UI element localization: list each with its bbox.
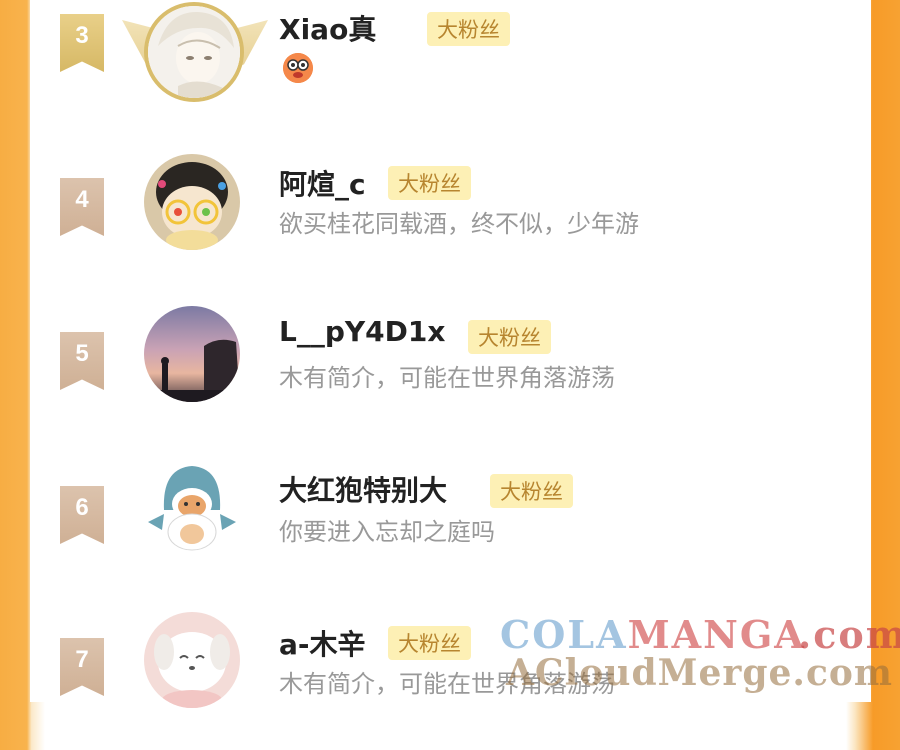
badge-label: 大粉丝 [478, 326, 541, 350]
watermark-cola: COLA [500, 612, 628, 657]
fan-name[interactable]: a-木辛 [279, 623, 366, 663]
rank-ribbon: 5 [60, 332, 104, 390]
big-fan-badge: 大粉丝 [388, 166, 471, 200]
badge-label: 大粉丝 [500, 480, 563, 504]
rank-number: 3 [75, 22, 89, 49]
fan-name[interactable]: Xiao真 [279, 8, 376, 48]
rank-ribbon: 7 [60, 638, 104, 696]
fan-bio: 木有简介，可能在世界角落游荡 [279, 364, 615, 392]
rank-ribbon: 6 [60, 486, 104, 544]
fan-ranking-list: 3 Xiao真 大粉丝 4 阿煊_c 大粉丝 欲买桂花同载酒，终不似，少年游 5… [30, 0, 871, 708]
avatar[interactable] [144, 154, 240, 250]
fan-row[interactable]: 5 L__pY4D1x 大粉丝 木有简介，可能在世界角落游荡 [30, 304, 871, 444]
fan-bio: 欲买桂花同载酒，终不似，少年游 [279, 210, 639, 238]
rank-number: 7 [75, 646, 89, 673]
badge-label: 大粉丝 [398, 632, 461, 656]
big-fan-badge: 大粉丝 [468, 320, 551, 354]
avatar[interactable] [144, 612, 240, 708]
fan-row[interactable]: 6 大红狍特别大 大粉丝 你要进入忘却之庭吗 [30, 458, 871, 598]
watermark-line-2: ACloudMerge.com [506, 652, 893, 694]
badge-label: 大粉丝 [398, 172, 461, 196]
fan-name[interactable]: 大红狍特别大 [279, 469, 447, 509]
fan-name[interactable]: 阿煊_c [279, 163, 366, 203]
big-fan-badge: 大粉丝 [388, 626, 471, 660]
badge-label: 大粉丝 [437, 18, 500, 42]
big-fan-badge: 大粉丝 [427, 12, 510, 46]
watermark-line-1: COLAMANGA .com [500, 612, 900, 657]
rank-ribbon: 4 [60, 178, 104, 236]
avatar[interactable] [144, 306, 240, 402]
fan-row[interactable]: 4 阿煊_c 大粉丝 欲买桂花同载酒，终不似，少年游 [30, 150, 871, 290]
big-fan-badge: 大粉丝 [490, 474, 573, 508]
rank-number: 5 [75, 340, 89, 367]
fan-bio: 你要进入忘却之庭吗 [279, 518, 495, 546]
rank-number: 6 [75, 494, 89, 521]
avatar[interactable] [148, 6, 240, 98]
rank-ribbon: 3 [60, 14, 104, 72]
avatar[interactable] [144, 460, 240, 556]
fan-name[interactable]: L__pY4D1x [279, 315, 445, 348]
watermark-com: .com [798, 612, 900, 657]
watermark-manga: MANGA [627, 612, 806, 657]
glasses-face-emoji-icon [283, 53, 313, 83]
site-watermark: COLAMANGA .com ACloudMerge.com [500, 612, 900, 702]
fan-row[interactable]: 3 Xiao真 大粉丝 [30, 0, 871, 140]
rank-number: 4 [75, 186, 89, 213]
